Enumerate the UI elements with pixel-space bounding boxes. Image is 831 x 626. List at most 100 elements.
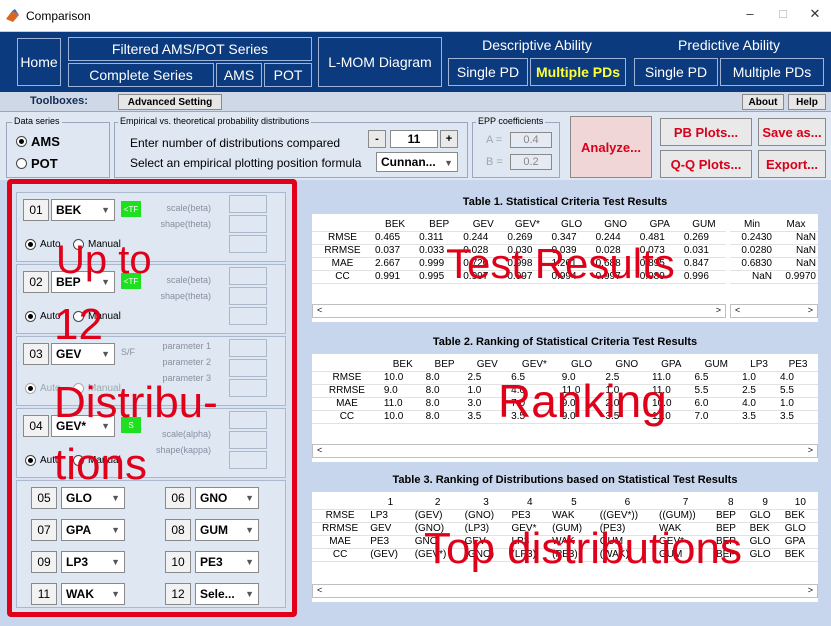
descriptive-ability-header: Descriptive Ability xyxy=(448,34,626,56)
increment-button[interactable]: + xyxy=(440,130,458,148)
table-row: RRMSE 9.0 8.0 1.0 4.0 11.0 1.0 11.0 5.5 2.5 5.5 xyxy=(312,384,818,398)
table2-column-header: GPA xyxy=(650,358,693,372)
table1-cell: 0.028 xyxy=(593,244,638,258)
table2-cell: 3.0 xyxy=(465,397,510,411)
table-row: RMSE LP3 (GEV) (GNO) PE3 WAK ((GEV*)) ((GUM)) BE… xyxy=(312,509,818,523)
table3-cell: (LP3) xyxy=(462,522,510,536)
table1-summary-cell: NaN xyxy=(774,257,818,271)
table2-cell: 11.0 xyxy=(650,410,693,424)
table3-cell: LP3 xyxy=(509,535,551,549)
b-coefficient-field[interactable]: 0.2 xyxy=(510,154,552,170)
table-row: MAE 11.0 8.0 3.0 7.0 9.0 2.0 10.0 6.0 4.0 1.0 xyxy=(312,397,818,411)
lmom-diagram-button[interactable]: L-MOM Diagram xyxy=(318,37,442,87)
radio-unselected-icon xyxy=(16,158,27,169)
table-row: 0.2430 NaN xyxy=(730,231,818,245)
table3-cell: (PE3) xyxy=(550,548,598,562)
table2-cell: 11.0 xyxy=(559,384,604,398)
chevron-left-icon: < xyxy=(735,305,741,315)
table3-cell: ((GEV*)) xyxy=(597,509,658,523)
pot-nav-button[interactable]: POT xyxy=(264,63,312,87)
table3-cell: GPA xyxy=(782,535,818,549)
table2-cell: 5.5 xyxy=(778,384,818,398)
table2-cell: 9.0 xyxy=(559,410,604,424)
table3-panel: 1 2 3 4 5 6 7 8 9 10 RMSE LP3 (GEV) (GNO) PE3 WAK ((GEV*… xyxy=(312,492,818,602)
table3-column-header: 8 xyxy=(713,496,748,510)
table1-cell: 0.999 xyxy=(417,257,462,271)
table1-cell: 0.269 xyxy=(505,231,550,245)
table2-hscroll[interactable]: < > xyxy=(312,444,818,458)
plotting-formula-dropdown[interactable]: Cunnan... ▼ xyxy=(376,152,458,172)
table2-header-row: BEK BEP GEV GEV* GLO GNO GPA GUM LP3 PE3 xyxy=(312,358,818,372)
table3-cell: BEK xyxy=(782,548,818,562)
table3-corner-cell xyxy=(312,496,369,510)
home-button[interactable]: Home xyxy=(17,38,61,86)
table2-cell: 11.0 xyxy=(650,371,693,385)
table2-cell: 11.0 xyxy=(650,384,693,398)
decrement-button[interactable]: - xyxy=(368,130,386,148)
pb-plots-button[interactable]: PB Plots... xyxy=(660,118,752,146)
desc-multiple-pds-button[interactable]: Multiple PDs xyxy=(530,58,626,86)
table1-summary-hscroll[interactable]: < > xyxy=(730,304,818,318)
table3-cell: PE3 xyxy=(509,509,551,523)
table2-corner-cell xyxy=(312,358,382,372)
pred-multiple-pds-button[interactable]: Multiple PDs xyxy=(720,58,824,86)
ams-radio[interactable]: AMS xyxy=(16,134,60,149)
table3-cell: ((GUM)) xyxy=(657,509,714,523)
table3-cell: (GEV*) xyxy=(412,548,463,562)
table1-summary-cell: NaN xyxy=(774,244,818,258)
table2-cell: 2.5 xyxy=(740,384,779,398)
advanced-setting-button[interactable]: Advanced Setting xyxy=(118,94,222,110)
a-coefficient-field[interactable]: 0.4 xyxy=(510,132,552,148)
table-row: 0.6830 NaN xyxy=(730,257,818,271)
table3-cell: BEP xyxy=(713,548,748,562)
about-button[interactable]: About xyxy=(742,94,784,110)
help-button[interactable]: Help xyxy=(788,94,826,110)
complete-series-button[interactable]: Complete Series xyxy=(68,63,214,87)
table2-column-header: BEP xyxy=(423,358,466,372)
table3-column-header: 5 xyxy=(550,496,598,510)
table3-cell: LP3 xyxy=(368,509,413,523)
table3-cell: GLO xyxy=(747,509,783,523)
close-button[interactable]: ✕ xyxy=(800,6,830,26)
table3-cell: GNO xyxy=(412,535,463,549)
distribution-count-field[interactable]: 11 xyxy=(390,130,438,148)
table1-cell: 0.028 xyxy=(461,244,506,258)
table2-row-header: RMSE xyxy=(312,371,382,385)
table3-cell: BEP xyxy=(713,535,748,549)
table3-cell: GUM xyxy=(657,548,714,562)
table3-cell: (GUM) xyxy=(550,522,598,536)
pred-single-pd-button[interactable]: Single PD xyxy=(634,58,718,86)
radio-selected-icon xyxy=(16,136,27,147)
pot-radio[interactable]: POT xyxy=(16,156,58,171)
save-as-button[interactable]: Save as... xyxy=(758,118,826,146)
export-button[interactable]: Export... xyxy=(758,150,826,178)
ams-nav-button[interactable]: AMS xyxy=(216,63,262,87)
table1-summary-cell: 0.0280 xyxy=(730,244,774,258)
table1-title: Table 1. Statistical Criteria Test Resul… xyxy=(462,196,668,208)
select-formula-text: Select an empirical plotting position fo… xyxy=(130,156,362,170)
table2-column-header: GNO xyxy=(603,358,651,372)
qq-plots-button[interactable]: Q-Q Plots... xyxy=(660,150,752,178)
table3-cell: (GNO) xyxy=(462,548,510,562)
table3-cell: WAK xyxy=(550,509,598,523)
maximize-button[interactable]: □ xyxy=(768,6,798,26)
table2-cell: 3.5 xyxy=(509,410,560,424)
table3-header-row: 1 2 3 4 5 6 7 8 9 10 xyxy=(312,496,818,510)
table1-summary-column-header: Max xyxy=(774,218,818,232)
table1-cell: 0.895 xyxy=(637,257,682,271)
desc-single-pd-button[interactable]: Single PD xyxy=(448,58,528,86)
table1-hscroll[interactable]: < > xyxy=(312,304,726,318)
table1-column-header: BEP xyxy=(417,218,462,232)
minimize-button[interactable]: – xyxy=(735,6,765,26)
chevron-left-icon: < xyxy=(317,585,323,595)
table1-cell: 0.994 xyxy=(549,270,594,284)
table2-cell: 1.0 xyxy=(778,397,818,411)
table-row: MAE 2.667 0.999 0.720 0.998 1.261 0.688 0.895 0.… xyxy=(312,257,726,271)
table1-cell: 0.311 xyxy=(417,231,462,245)
table3-cell: GLO xyxy=(782,522,818,536)
analyze-button[interactable]: Analyze... xyxy=(570,116,652,178)
enter-number-text: Enter number of distributions compared xyxy=(130,136,341,150)
table1-summary-header-row: Min Max xyxy=(730,218,818,232)
table1-summary-cell: 0.9970 xyxy=(774,270,818,284)
table3-hscroll[interactable]: < > xyxy=(312,584,818,598)
